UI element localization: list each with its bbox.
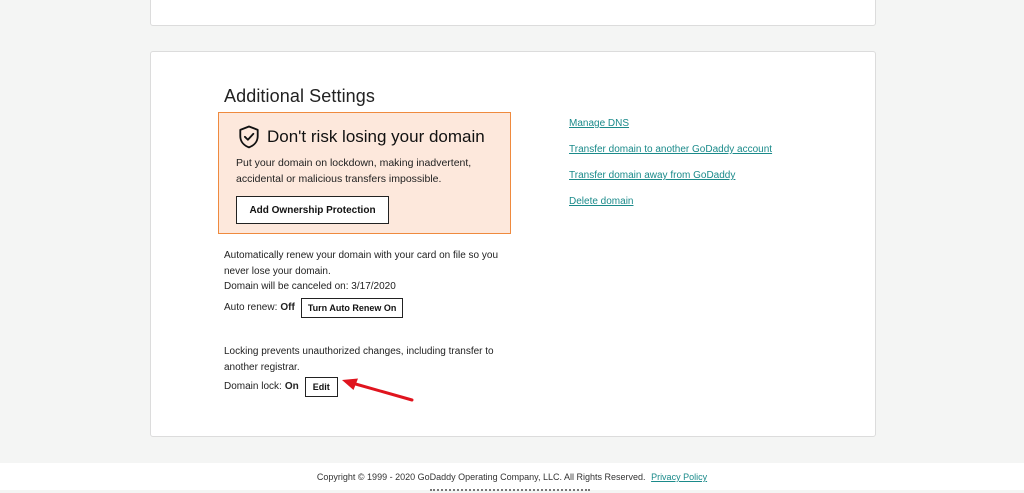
domain-lock-label: Domain lock:	[224, 381, 282, 393]
footer-text: Copyright © 1999 - 2020 GoDaddy Operatin…	[0, 472, 1024, 482]
domain-action-links: Manage DNS Transfer domain to another Go…	[569, 116, 772, 209]
transfer-to-godaddy-account-link[interactable]: Transfer domain to another GoDaddy accou…	[569, 142, 772, 157]
add-ownership-protection-button[interactable]: Add Ownership Protection	[236, 196, 389, 224]
domain-lock-description: Locking prevents unauthorized changes, i…	[224, 346, 494, 373]
transfer-away-link[interactable]: Transfer domain away from GoDaddy	[569, 168, 772, 183]
privacy-policy-link[interactable]: Privacy Policy	[651, 472, 707, 482]
auto-renew-label: Auto renew:	[224, 301, 278, 313]
ownership-protection-promo: Don't risk losing your domain Put your d…	[218, 112, 511, 234]
manage-dns-link[interactable]: Manage DNS	[569, 116, 772, 131]
auto-renew-status: Off	[280, 301, 295, 313]
auto-renew-description: Automatically renew your domain with you…	[224, 250, 499, 277]
edit-domain-lock-button[interactable]: Edit	[304, 377, 338, 397]
promo-header: Don't risk losing your domain	[238, 125, 485, 149]
previous-card	[150, 0, 876, 26]
additional-settings-card: Additional Settings Don't risk losing yo…	[150, 51, 876, 437]
promo-title: Don't risk losing your domain	[267, 127, 485, 146]
footer: Copyright © 1999 - 2020 GoDaddy Operatin…	[0, 463, 1024, 491]
red-arrow-icon	[342, 378, 414, 402]
cancel-notice: Domain will be canceled on: 3/17/2020	[224, 281, 396, 292]
copyright-text: Copyright © 1999 - 2020 GoDaddy Operatin…	[316, 472, 646, 482]
promo-description: Put your domain on lockdown, making inad…	[236, 157, 472, 185]
turn-auto-renew-on-button[interactable]: Turn Auto Renew On	[300, 297, 404, 318]
auto-renew-section: Automatically renew your domain with you…	[224, 248, 504, 318]
auto-renew-row: Auto renew: Off Turn Auto Renew On	[224, 297, 504, 318]
section-title: Additional Settings	[224, 86, 375, 106]
shield-check-icon	[238, 125, 260, 149]
delete-domain-link[interactable]: Delete domain	[569, 194, 772, 209]
domain-lock-status: On	[284, 381, 299, 393]
